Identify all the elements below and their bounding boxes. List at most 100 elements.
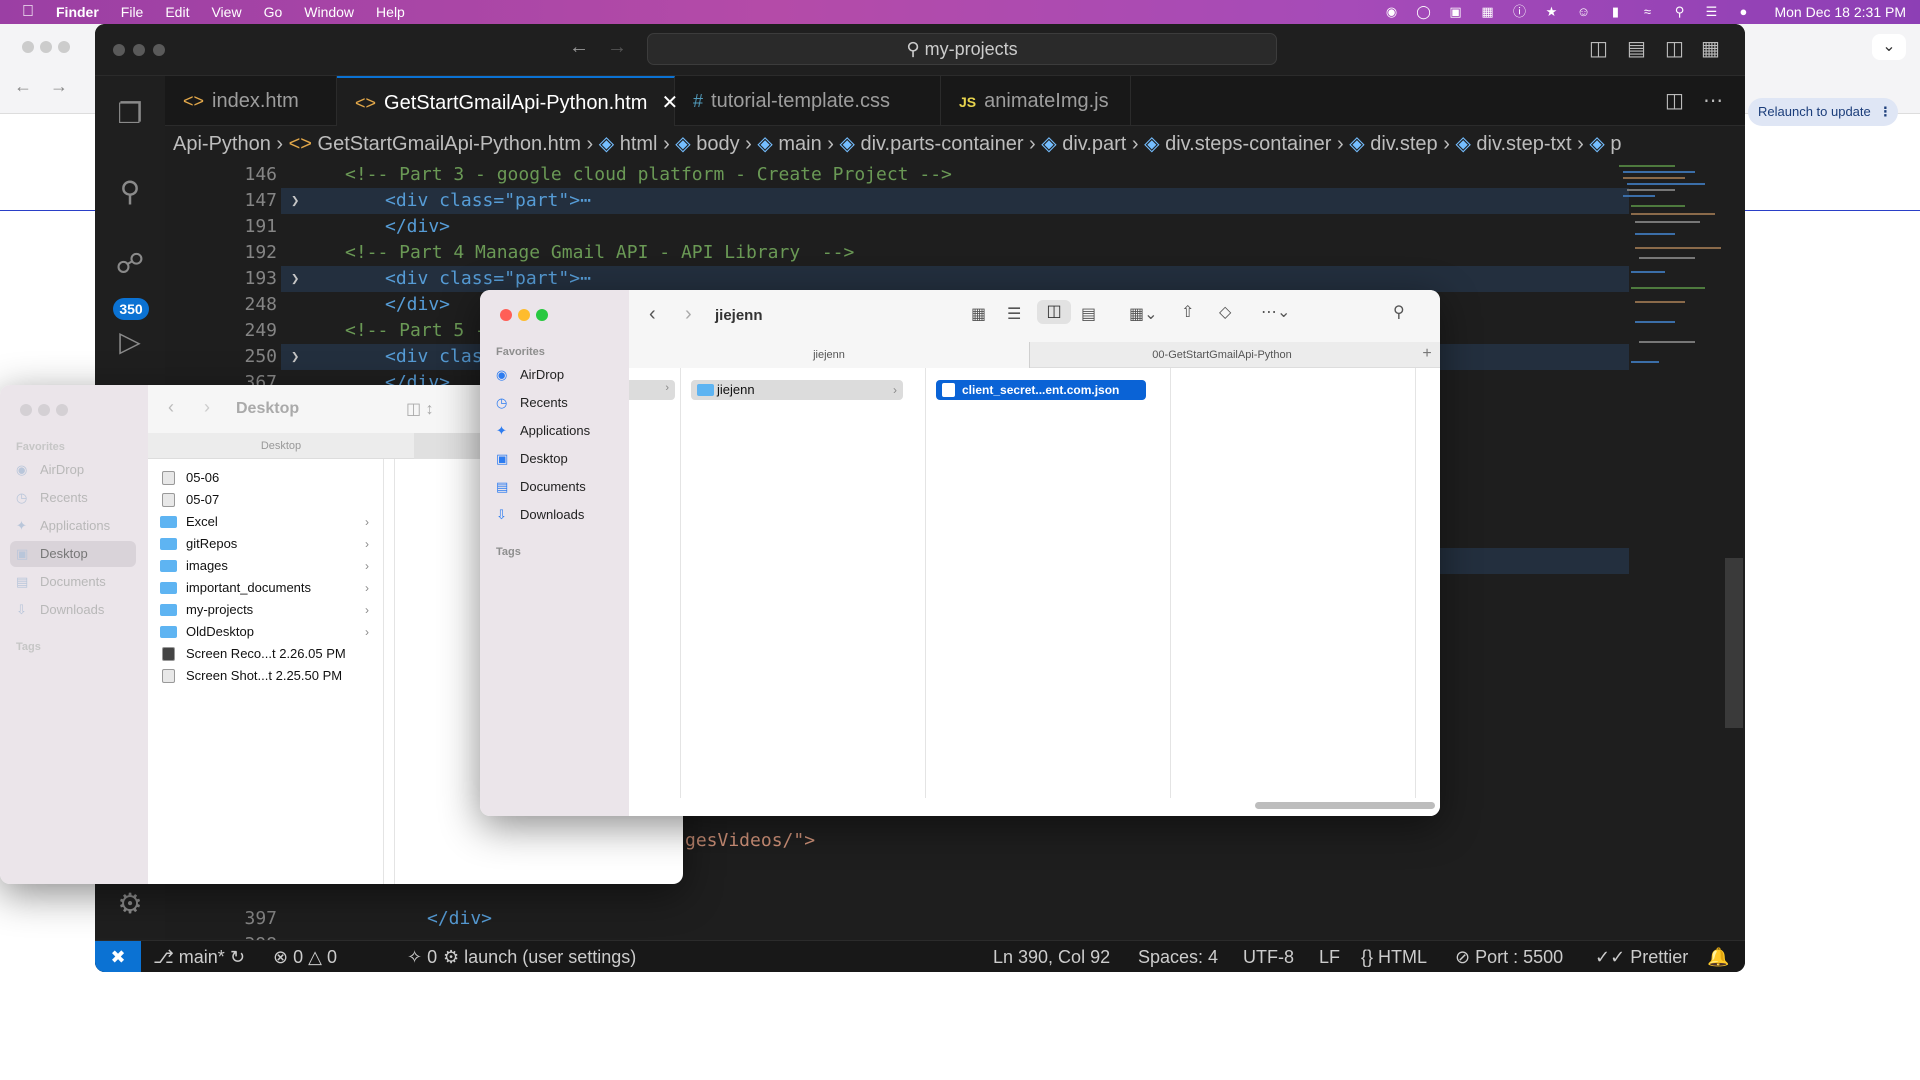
breadcrumb-item[interactable]: div.steps-container [1165, 133, 1331, 155]
sidebar-item-airdrop[interactable]: ◉ AirDrop [480, 362, 629, 388]
sidebar-item-documents[interactable]: ▤ Documents [480, 474, 629, 500]
remote-indicator-icon[interactable]: ✖ [95, 941, 141, 972]
search-view-icon[interactable]: ⚲ [112, 174, 148, 210]
close-dot[interactable] [500, 309, 512, 321]
menu-view[interactable]: View [211, 4, 241, 20]
chevron-down-icon[interactable]: ⌄ [1872, 34, 1906, 60]
selected-file-row[interactable]: client_secret...ent.com.json [936, 380, 1146, 400]
list-item[interactable]: 05-06 [148, 467, 383, 489]
language-status[interactable]: {} HTML [1361, 941, 1427, 972]
breadcrumb-item[interactable]: div.parts-container [860, 133, 1023, 155]
sidebar-item-applications[interactable]: ✦ Applications [480, 418, 629, 444]
menu-go[interactable]: Go [264, 4, 283, 20]
menu-clock[interactable]: Mon Dec 18 2:31 PM [1774, 4, 1906, 20]
horizontal-scrollbar[interactable] [1255, 802, 1435, 809]
breadcrumb-item[interactable]: div.step [1370, 133, 1437, 155]
source-control-icon[interactable]: ☍ [112, 246, 148, 282]
minimize-dot[interactable] [518, 309, 530, 321]
status-grid-icon[interactable]: ▦ [1478, 5, 1496, 19]
help-icon[interactable]: ⓘ [1510, 5, 1528, 19]
toggle-sidebar-icon[interactable]: ◫ [1589, 36, 1608, 61]
tab-getstartgmailapi[interactable]: <> GetStartGmailApi-Python.htm ✕ [337, 76, 678, 126]
sidebar-item-documents[interactable]: ▤ Documents [0, 569, 148, 595]
explorer-icon[interactable]: ❐ [112, 96, 148, 132]
wifi-icon[interactable]: ≈ [1638, 5, 1656, 19]
menu-file[interactable]: File [121, 4, 144, 20]
zoom-dot[interactable] [56, 404, 68, 416]
path-tab[interactable]: Desktop [148, 433, 414, 459]
notifications-bell-icon[interactable]: 🔔 [1707, 941, 1729, 972]
menu-app-finder[interactable]: Finder [56, 4, 99, 20]
sidebar-item-recents[interactable]: ◷ Recents [0, 485, 148, 511]
toggle-secondary-sidebar-icon[interactable]: ◫ [1665, 36, 1684, 61]
share-icon[interactable]: ⇧ [1181, 302, 1194, 322]
indentation-status[interactable]: Spaces: 4 [1138, 941, 1218, 972]
forward-icon[interactable]: › [685, 303, 692, 326]
relaunch-button[interactable]: Relaunch to update ⋮ [1748, 98, 1898, 126]
tab-index[interactable]: <> index.htm [165, 76, 337, 126]
list-view-icon[interactable]: ☰ [1007, 304, 1021, 324]
sidebar-item-downloads[interactable]: ⇩ Downloads [480, 502, 629, 528]
forward-icon[interactable]: › [204, 397, 210, 418]
sidebar-item-downloads[interactable]: ⇩ Downloads [0, 597, 148, 623]
command-center-search[interactable]: ⚲ my-projects [647, 33, 1277, 65]
list-item[interactable]: jiejenn › [691, 380, 903, 400]
ports-status[interactable]: ✧ 0 [407, 941, 437, 972]
problems-status[interactable]: ⊗ 0 △ 0 [273, 941, 337, 972]
zoom-dot[interactable] [153, 44, 165, 56]
live-server-status[interactable]: ⊘ Port : 5500 [1455, 941, 1563, 972]
browser-forward-icon[interactable]: → [50, 76, 68, 97]
list-item[interactable]: Screen Reco...t 2.26.05 PM [148, 643, 383, 665]
editor-scrollbar[interactable] [1725, 558, 1743, 728]
cursor-position[interactable]: Ln 390, Col 92 [993, 941, 1110, 972]
more-actions-icon[interactable]: ⋯⌄ [1261, 302, 1290, 322]
launch-status[interactable]: ⚙ launch (user settings) [443, 941, 636, 972]
list-item[interactable]: Excel › [148, 511, 383, 533]
fold-chevron-icon[interactable]: ❯ [291, 344, 299, 370]
nav-back-icon[interactable]: ← [569, 36, 589, 59]
list-item[interactable]: OldDesktop › [148, 621, 383, 643]
breadcrumb-item[interactable]: div.step-txt [1476, 133, 1571, 155]
status-app-icon[interactable]: ◉ [1382, 5, 1400, 19]
column-view-icon[interactable]: ◫ ↕ [406, 399, 434, 419]
status-screen-icon[interactable]: ▣ [1446, 5, 1464, 19]
bluetooth-icon[interactable]: ★ [1542, 5, 1560, 19]
zoom-dot[interactable] [536, 309, 548, 321]
control-center-icon[interactable]: ☰ [1702, 5, 1720, 19]
icon-view-icon[interactable]: ▦ [971, 304, 986, 324]
breadcrumb-item[interactable]: html [620, 133, 658, 155]
minimize-dot[interactable] [133, 44, 145, 56]
list-item[interactable]: 05-07 [148, 489, 383, 511]
more-icon[interactable]: ⋮ [1879, 104, 1892, 119]
menu-window[interactable]: Window [304, 4, 354, 20]
encoding-status[interactable]: UTF-8 [1243, 941, 1294, 972]
close-dot[interactable] [113, 44, 125, 56]
split-editor-icon[interactable]: ◫ [1665, 88, 1684, 113]
status-glasses-icon[interactable]: ◯ [1414, 5, 1432, 19]
selected-parent-row[interactable]: › [629, 380, 675, 400]
spotlight-search-icon[interactable]: ⚲ [1670, 5, 1688, 19]
breadcrumb-item[interactable]: body [696, 133, 739, 155]
branch-status[interactable]: ⎇ main* ↻ [153, 941, 245, 972]
manage-gear-icon[interactable]: ⚙ [112, 886, 148, 922]
sidebar-item-desktop[interactable]: ▣ Desktop [10, 541, 136, 567]
user-icon[interactable]: ☺ [1574, 5, 1592, 19]
sidebar-item-recents[interactable]: ◷ Recents [480, 390, 629, 416]
gallery-view-icon[interactable]: ▤ [1081, 304, 1096, 324]
tab-tutorial-template[interactable]: # tutorial-template.css [675, 76, 941, 126]
tab-jiejenn[interactable]: jiejenn [629, 342, 1029, 368]
back-icon[interactable]: ‹ [649, 303, 656, 326]
tag-icon[interactable]: ◇ [1219, 302, 1231, 322]
battery-icon[interactable]: ▮ [1606, 5, 1624, 19]
eol-status[interactable]: LF [1319, 941, 1340, 972]
sidebar-item-desktop[interactable]: ▣ Desktop [480, 446, 629, 472]
sidebar-item-applications[interactable]: ✦ Applications [0, 513, 148, 539]
search-icon[interactable]: ⚲ [1393, 302, 1405, 322]
sidebar-item-airdrop[interactable]: ◉ AirDrop [0, 457, 148, 483]
list-item[interactable]: important_documents › [148, 577, 383, 599]
back-icon[interactable]: ‹ [168, 397, 174, 418]
list-item[interactable]: images › [148, 555, 383, 577]
breadcrumb-item[interactable]: GetStartGmailApi-Python.htm [318, 133, 581, 155]
list-item[interactable]: Screen Shot...t 2.25.50 PM [148, 665, 383, 687]
column-view-icon[interactable]: ◫ [1037, 300, 1071, 324]
